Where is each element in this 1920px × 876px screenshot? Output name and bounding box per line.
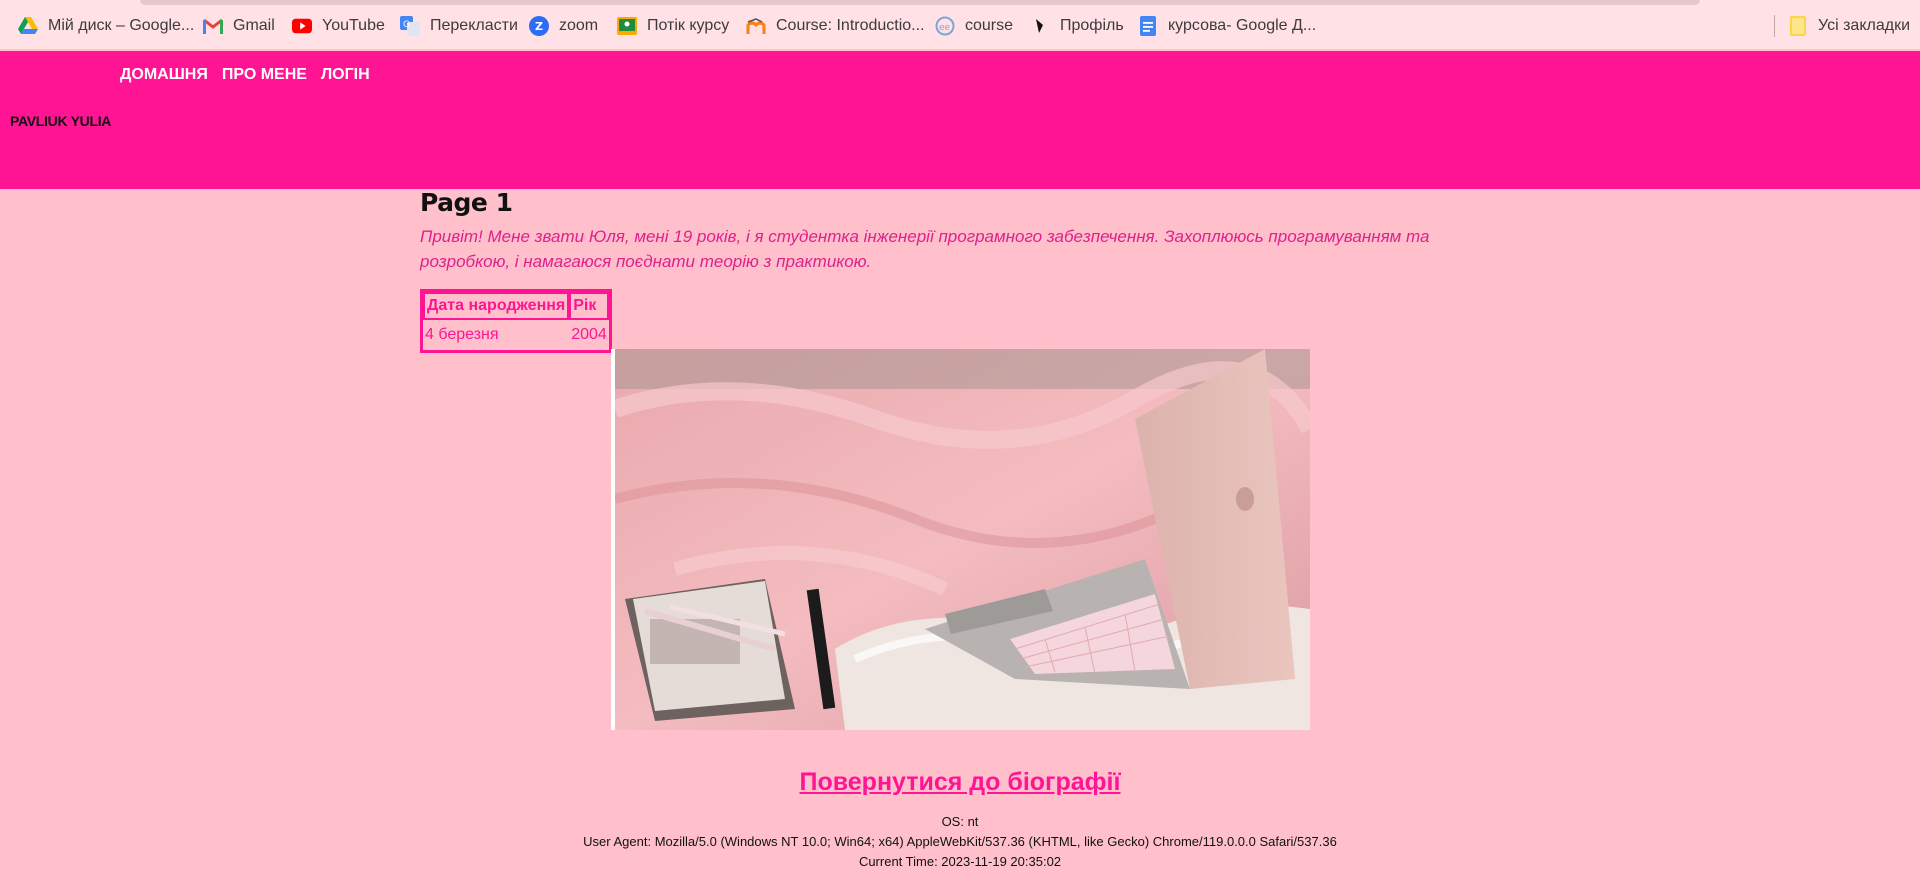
folder-icon <box>1788 16 1808 36</box>
nav-login-link[interactable]: ЛОГІН <box>321 66 370 84</box>
gmail-icon <box>203 16 223 36</box>
tab-strip-edge <box>140 0 1700 5</box>
bookmark-gmail[interactable]: Gmail <box>203 14 275 38</box>
bookmark-label: Профіль <box>1060 17 1124 34</box>
table-header-row: Дата народження Рік <box>423 292 609 320</box>
bookmark-label: Gmail <box>233 17 275 34</box>
os-info: OS: nt <box>941 814 979 829</box>
profile-icon <box>1030 16 1050 36</box>
bookmark-coursework-doc[interactable]: курсова- Google Д... <box>1138 14 1316 38</box>
bookmark-google-drive[interactable]: Мій диск – Google... <box>18 14 194 38</box>
site-brand: PAVLIUK YULIA <box>10 113 112 129</box>
bookmark-youtube[interactable]: YouTube <box>292 14 385 38</box>
svg-text:Z: Z <box>535 20 543 33</box>
nav-home-link[interactable]: ДОМАШНЯ <box>120 66 208 84</box>
table-cell: 4 березня <box>425 326 499 343</box>
bookmark-translate[interactable]: G Перекласти <box>400 14 518 38</box>
bookmark-label: Мій диск – Google... <box>48 17 195 34</box>
nav-about-link[interactable]: ПРО МЕНЕ <box>222 66 307 84</box>
back-to-biography-link[interactable]: Повернутися до біографії <box>0 768 1920 797</box>
bookmark-label: zoom <box>559 17 599 34</box>
bookmark-label: course <box>965 17 1014 34</box>
site-header: ДОМАШНЯ ПРО МЕНЕ ЛОГІН PAVLIUK YULIA <box>0 51 1920 189</box>
table-header-cell: Дата народження <box>423 292 570 320</box>
moodle-icon <box>746 16 766 36</box>
table-header-cell: Рік <box>569 292 609 320</box>
bookmark-course-intro[interactable]: Course: Introductio... <box>746 14 925 38</box>
bookmark-profile[interactable]: Профіль <box>1030 14 1124 38</box>
svg-text:G: G <box>403 20 410 30</box>
zoom-icon: Z <box>529 16 549 36</box>
all-bookmarks-button[interactable]: Усі закладки <box>1788 14 1910 38</box>
bookmarks-bar: Мій диск – Google... Gmail YouTube G Пер… <box>0 0 1920 50</box>
page-title: Page 1 <box>420 188 513 217</box>
translate-icon: G <box>400 16 420 36</box>
bookmark-label: Перекласти <box>430 17 518 34</box>
google-drive-icon <box>18 16 38 36</box>
birth-info-table: Дата народження Рік 4 березня 2004 <box>420 289 612 353</box>
bookmark-zoom[interactable]: Z zoom <box>529 14 598 38</box>
bookmark-label: Course: Introductio... <box>776 17 925 34</box>
all-bookmarks-label: Усі закладки <box>1818 17 1911 34</box>
google-docs-icon <box>1138 16 1158 36</box>
table-row: 4 березня 2004 <box>423 320 609 350</box>
bookmark-label: YouTube <box>322 17 385 34</box>
user-agent-info: User Agent: Mozilla/5.0 (Windows NT 10.0… <box>583 834 1337 849</box>
bookmark-label: Потік курсу <box>647 17 730 34</box>
bookmark-label: курсова- Google Д... <box>1168 17 1317 34</box>
course-icon: ee <box>935 16 955 36</box>
bookmark-course[interactable]: ee course <box>935 14 1013 38</box>
intro-text: Привіт! Мене звати Юля, мені 19 років, і… <box>420 227 1430 271</box>
svg-text:ee: ee <box>939 23 951 33</box>
current-time-info: Current Time: 2023-11-19 20:35:02 <box>858 854 1062 869</box>
table-cell: 2004 <box>571 326 607 343</box>
classroom-icon <box>617 16 637 36</box>
youtube-icon <box>292 16 312 36</box>
laptop-bed-photo <box>611 349 1310 730</box>
bookmark-course-stream[interactable]: Потік курсу <box>617 14 729 38</box>
main-nav: ДОМАШНЯ ПРО МЕНЕ ЛОГІН <box>120 66 370 84</box>
bookmarks-divider <box>1774 15 1775 37</box>
